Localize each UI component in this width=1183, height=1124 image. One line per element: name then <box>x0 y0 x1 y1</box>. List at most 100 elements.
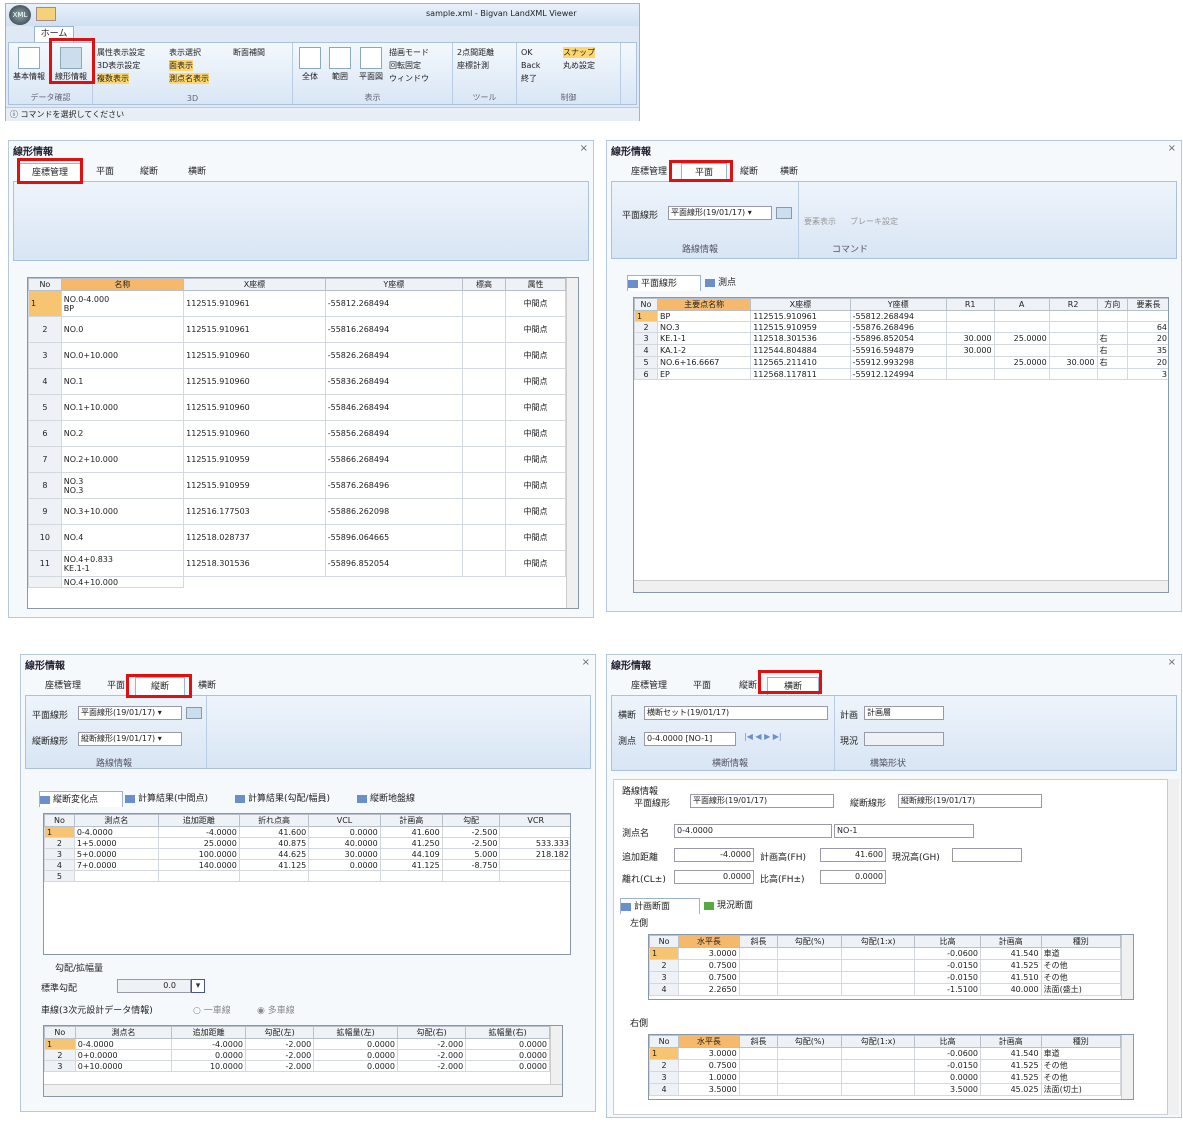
table-cell[interactable]: -0.0150 <box>914 971 982 984</box>
app-orb[interactable]: XML <box>9 5 31 25</box>
name-cell[interactable]: NO.0 <box>60 316 185 343</box>
table-cell[interactable]: 0.0000 <box>313 1049 398 1061</box>
plan-layer-combo[interactable]: 計画層 <box>864 706 944 720</box>
subtab-ground[interactable]: 縦断地盤線 <box>357 791 437 807</box>
subtab-calc-slope[interactable]: 計算結果(勾配/幅員) <box>235 791 353 807</box>
table-cell[interactable] <box>1096 310 1128 322</box>
table-cell[interactable]: 右 <box>1096 332 1128 345</box>
close-icon[interactable]: × <box>580 143 588 154</box>
table-cell[interactable] <box>777 983 843 996</box>
row-number[interactable]: 1 <box>649 1047 680 1060</box>
table-cell[interactable] <box>738 1047 779 1060</box>
table-cell[interactable]: -55816.268494 <box>324 316 463 343</box>
plan-grid[interactable]: No 主要点名称 X座標 Y座標 R1 A R2 方向 要素長 1 BP 112515.910961… <box>633 297 1169 593</box>
row-number[interactable]: 3 <box>44 1060 76 1072</box>
table-cell[interactable]: 中間点 <box>505 420 566 447</box>
table-cell[interactable] <box>308 870 381 882</box>
table-cell[interactable]: 0.7500 <box>678 1059 740 1072</box>
tab-cross[interactable]: 横断 <box>771 163 807 181</box>
row-number[interactable]: 3 <box>44 848 75 860</box>
vertical-scrollbar[interactable] <box>1121 1035 1133 1099</box>
radio-multi-lane[interactable]: ◉ 多車線 <box>257 1003 295 1016</box>
name-cell[interactable]: NO.4 <box>60 524 185 551</box>
table-cell[interactable] <box>461 524 507 551</box>
table-cell[interactable]: -55912.993298 <box>849 356 947 369</box>
table-cell[interactable]: 0.0000 <box>465 1060 550 1072</box>
table-cell[interactable]: 40.875 <box>238 837 310 849</box>
row-number[interactable]: 7 <box>28 446 62 473</box>
table-cell[interactable]: 218.182 <box>499 848 570 860</box>
table-cell[interactable]: 44.109 <box>379 848 443 860</box>
row-number[interactable]: 10 <box>28 524 62 551</box>
table-cell[interactable]: 112568.117811 <box>750 368 851 380</box>
table-cell[interactable]: -55876.268496 <box>324 472 463 499</box>
table-cell[interactable] <box>738 983 779 996</box>
zoom-range-button[interactable]: 範囲 <box>327 47 353 82</box>
table-cell[interactable]: -2.500 <box>441 826 501 838</box>
table-cell[interactable] <box>993 321 1050 333</box>
table-cell[interactable]: その他 <box>1040 1071 1122 1084</box>
coordinate-grid[interactable]: No 名称 X座標 Y座標 標高 属性 1 NO.0-4.000 BP 112515.91096… <box>27 277 579 609</box>
subtab-profile-change[interactable]: 縦断変化点 <box>39 791 123 807</box>
table-cell[interactable]: -1.5100 <box>914 983 982 996</box>
table-cell[interactable]: NO.6+16.6667 <box>656 356 752 369</box>
table-cell[interactable] <box>841 1059 916 1072</box>
table-cell[interactable]: 5.000 <box>441 848 501 860</box>
table-cell[interactable]: 0+10.0000 <box>74 1060 173 1072</box>
row-number[interactable]: 5 <box>28 394 62 421</box>
tab-profile[interactable]: 縦断 <box>131 163 167 181</box>
plan-view-button[interactable]: 平面図 <box>357 47 385 82</box>
table-cell[interactable]: -2.000 <box>396 1049 467 1061</box>
exit-button[interactable]: 終了 <box>521 73 537 84</box>
table-cell[interactable]: 112515.910961 <box>183 316 326 343</box>
table-cell[interactable]: 41.525 <box>980 1071 1042 1084</box>
tab-coordinates[interactable]: 座標管理 <box>37 677 89 695</box>
table-cell[interactable]: 41.525 <box>980 1059 1042 1072</box>
row-number[interactable]: 3 <box>28 342 62 369</box>
table-cell[interactable] <box>461 290 507 317</box>
table-cell[interactable]: 30.000 <box>945 344 995 357</box>
table-cell[interactable]: 41.600 <box>379 826 443 838</box>
table-cell[interactable]: 30.000 <box>945 332 995 345</box>
table-cell[interactable] <box>461 342 507 369</box>
row-number[interactable]: 5 <box>44 870 75 882</box>
fit-all-button[interactable]: 全体 <box>297 47 323 82</box>
element-display-button[interactable]: 要素表示 <box>804 216 836 227</box>
table-cell[interactable]: 112515.910960 <box>183 368 326 395</box>
row-number[interactable]: 2 <box>649 959 680 972</box>
table-cell[interactable]: 112518.301536 <box>183 550 326 577</box>
name-cell[interactable]: NO.0+10.000 <box>60 342 185 369</box>
close-icon[interactable]: × <box>1168 657 1176 668</box>
table-cell[interactable]: -55812.268494 <box>849 310 947 322</box>
table-cell[interactable] <box>499 859 570 871</box>
table-cell[interactable]: -2.000 <box>245 1038 315 1050</box>
table-cell[interactable]: 25.0000 <box>157 837 240 849</box>
station-nav-icons[interactable]: |◀ ◀ ▶ ▶| <box>744 732 782 741</box>
cross-set-combo[interactable]: 横断セット(19/01/17) <box>644 706 828 720</box>
table-cell[interactable]: 10.0000 <box>171 1060 247 1072</box>
row-number[interactable]: 4 <box>634 344 658 357</box>
table-cell[interactable]: 112515.910959 <box>183 472 326 499</box>
table-cell[interactable] <box>461 550 507 577</box>
horizontal-scrollbar[interactable] <box>634 580 1168 592</box>
table-cell[interactable]: -4.0000 <box>171 1038 247 1050</box>
table-cell[interactable]: 3.5000 <box>678 1083 740 1096</box>
table-cell[interactable] <box>993 368 1050 380</box>
table-cell[interactable]: -8.750 <box>441 859 501 871</box>
close-icon[interactable]: × <box>582 657 590 668</box>
table-cell[interactable]: 0-4.0000 <box>73 826 159 838</box>
row-number[interactable]: 11 <box>28 550 62 577</box>
table-cell[interactable] <box>1126 310 1168 322</box>
attr-display-button[interactable]: 属性表示設定 <box>97 47 145 58</box>
table-cell[interactable]: 中間点 <box>505 368 566 395</box>
table-cell[interactable] <box>841 983 916 996</box>
table-cell[interactable]: 41.250 <box>379 837 443 849</box>
table-cell[interactable]: 0.0000 <box>308 859 381 871</box>
close-icon[interactable]: × <box>1168 143 1176 154</box>
table-cell[interactable]: 0.0000 <box>465 1038 550 1050</box>
table-cell[interactable] <box>738 1071 779 1084</box>
table-cell[interactable]: 右 <box>1096 356 1128 369</box>
table-cell[interactable] <box>945 310 995 322</box>
name-cell[interactable]: NO.3 NO.3 <box>60 472 185 499</box>
table-cell[interactable]: -2.000 <box>396 1038 467 1050</box>
